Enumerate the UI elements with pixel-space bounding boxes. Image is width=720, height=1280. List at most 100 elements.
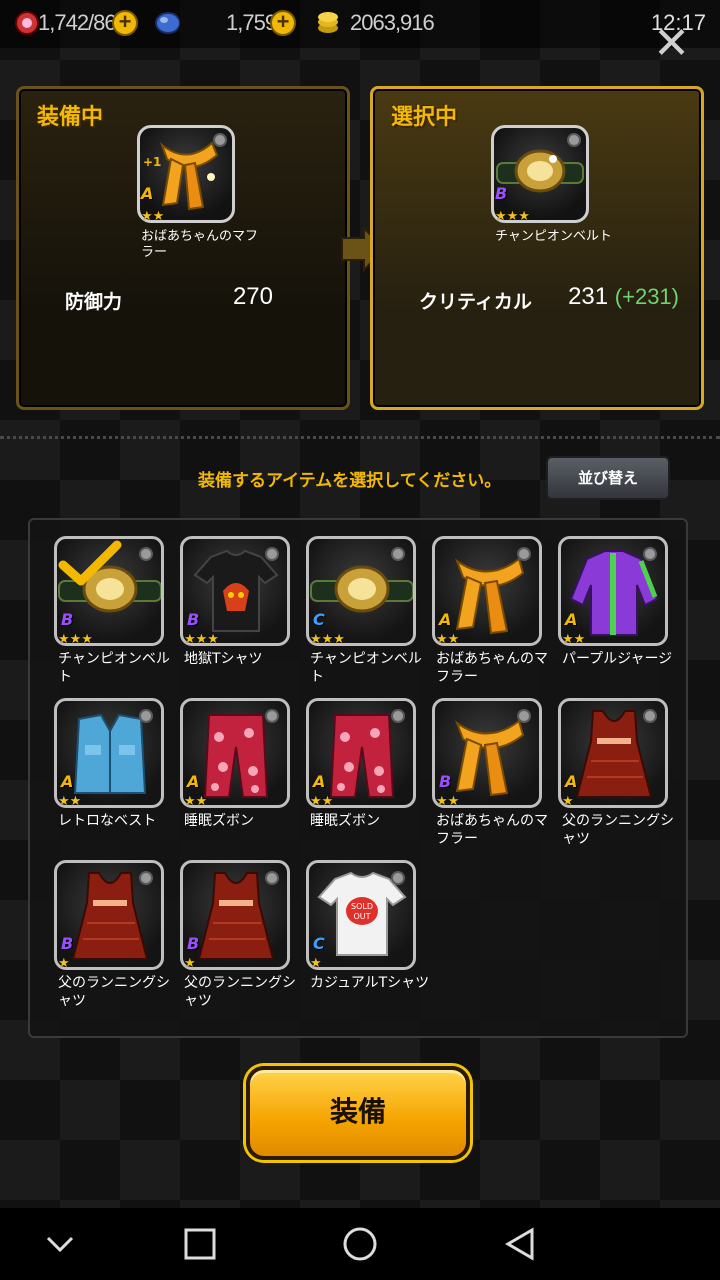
selected-item-card[interactable]: B ★★★ (491, 125, 589, 224)
item-stars: ★★★ (310, 632, 345, 647)
selected-item-name: チャンピオンベルト (495, 229, 612, 244)
item-name: 父のランニングシャツ (562, 813, 674, 847)
lock-icon (391, 871, 405, 885)
selected-panel: 選択中 B ★★★ チャンピオンベルト クリティカル 231 (+231) (370, 86, 704, 410)
item-name: パープルジャージ (562, 651, 673, 667)
item-card[interactable]: A (306, 698, 416, 808)
item-card[interactable]: B (180, 536, 290, 646)
instruction-text: 装備するアイテムを選択してください。 (198, 471, 502, 491)
coin-icon (318, 12, 338, 33)
gem-value: 1,759 (226, 10, 277, 35)
item-name: おばあちゃんのマフラー (436, 813, 548, 847)
item-grade: B (439, 772, 452, 791)
item-grade: B (187, 610, 200, 629)
item-stars: ★★ (436, 794, 460, 809)
item-stars: ★ (58, 956, 70, 971)
enhance-badge: +1 (143, 155, 162, 169)
item-grade: A (61, 772, 74, 791)
item-stars: ★ (184, 956, 196, 971)
equipped-stars: ★★ (141, 209, 165, 224)
item-card[interactable]: SOLD OUT C (306, 860, 416, 970)
item-slot[interactable]: C ★★★ チャンピオンベルト (306, 536, 432, 696)
item-slot[interactable]: A ★★ おばあちゃんのマフラー (432, 536, 558, 696)
selected-stat-diff: (+231) (614, 284, 679, 309)
equip-button[interactable]: 装備 (246, 1066, 470, 1160)
item-name: 父のランニングシャツ (184, 975, 296, 1009)
lock-icon (265, 709, 279, 723)
item-card[interactable]: A (432, 536, 542, 646)
close-icon[interactable]: ✕ (653, 22, 690, 66)
item-slot[interactable]: B ★ 父のランニングシャツ (180, 860, 306, 1020)
stamina-icon (15, 11, 39, 35)
item-card[interactable]: A (54, 698, 164, 808)
item-slot[interactable]: B ★★★ チャンピオンベルト (54, 536, 180, 696)
item-grade: A (439, 610, 452, 629)
item-slot[interactable]: A ★★ パープルジャージ (558, 536, 684, 696)
item-card[interactable]: A (558, 698, 668, 808)
equipped-grade: A (141, 184, 154, 203)
item-grade: A (565, 610, 578, 629)
item-slot[interactable]: A ★★ 睡眠ズボン (306, 698, 432, 858)
nav-bar (0, 1208, 720, 1280)
item-stars: ★★★ (58, 632, 93, 647)
selected-grade: B (495, 184, 508, 203)
lock-icon (139, 547, 153, 561)
home-icon[interactable] (342, 1226, 378, 1262)
lock-icon (391, 547, 405, 561)
add-gem-button[interactable]: + (270, 10, 296, 36)
equipped-panel: 装備中 +1 A ★★ おばあちゃんのマフラー 防御力 270 (16, 86, 350, 410)
item-slot[interactable]: A ★★ レトロなベスト (54, 698, 180, 858)
item-name: 地獄Tシャツ (184, 651, 263, 667)
item-stars: ★★ (436, 632, 460, 647)
item-slot[interactable]: A ★★ 睡眠ズボン (180, 698, 306, 858)
item-name: チャンピオンベルト (310, 651, 422, 685)
item-name: チャンピオンベルト (58, 651, 170, 685)
item-slot[interactable]: B ★★★ 地獄Tシャツ (180, 536, 306, 696)
status-bar: 1,742/86 + 1,759 + 2063,916 12:17 (0, 0, 720, 48)
lock-icon (213, 133, 227, 147)
checkmark-icon (58, 540, 122, 586)
item-grade: A (187, 772, 200, 791)
item-card[interactable]: B (54, 860, 164, 970)
selected-stat-number: 231 (568, 283, 609, 310)
item-stars: ★★ (184, 794, 208, 809)
sort-button[interactable]: 並び替え (546, 456, 670, 500)
item-slot[interactable]: B ★ 父のランニングシャツ (54, 860, 180, 1020)
equipped-stat-label: 防御力 (65, 291, 123, 313)
item-card[interactable]: A (558, 536, 668, 646)
item-stars: ★ (310, 956, 322, 971)
add-stamina-button[interactable]: + (112, 10, 138, 36)
item-slot[interactable]: SOLD OUT C ★ カジュアルTシャツ (306, 860, 432, 1020)
item-card[interactable]: A (180, 698, 290, 808)
item-card[interactable]: B (432, 698, 542, 808)
lock-icon (517, 547, 531, 561)
stamina-value: 1,742/86 (38, 10, 117, 35)
equipped-title: 装備中 (37, 105, 104, 130)
svg-text:OUT: OUT (353, 912, 370, 921)
item-name: おばあちゃんのマフラー (436, 651, 548, 685)
selected-stat-value: 231 (+231) (568, 283, 679, 311)
lock-icon (517, 709, 531, 723)
item-stars: ★ (562, 794, 574, 809)
selected-stars: ★★★ (495, 209, 530, 224)
svg-text:SOLD: SOLD (351, 902, 373, 911)
item-grade: C (313, 610, 325, 629)
item-slot[interactable]: A ★ 父のランニングシャツ (558, 698, 684, 858)
item-grade: B (61, 934, 74, 953)
item-name: 睡眠ズボン (310, 813, 380, 829)
lock-icon (265, 871, 279, 885)
item-name: レトロなベスト (58, 813, 157, 829)
lock-icon (567, 133, 581, 147)
equipped-item-card[interactable]: +1 A ★★ (137, 125, 235, 224)
chevron-down-icon[interactable] (42, 1226, 78, 1262)
lock-icon (265, 547, 279, 561)
recents-icon[interactable] (182, 1226, 218, 1262)
item-grade: B (61, 610, 74, 629)
equipped-item-name: おばあちゃんのマフラー (141, 229, 259, 260)
item-card[interactable]: B (54, 536, 164, 646)
item-card[interactable]: C (306, 536, 416, 646)
item-slot[interactable]: B ★★ おばあちゃんのマフラー (432, 698, 558, 858)
item-card[interactable]: B (180, 860, 290, 970)
lock-icon (643, 547, 657, 561)
back-icon[interactable] (502, 1226, 538, 1262)
